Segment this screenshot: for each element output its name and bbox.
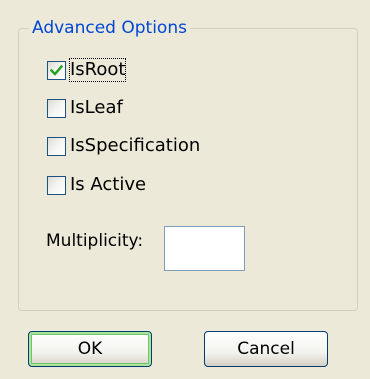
isroot-checkbox[interactable] (47, 60, 66, 80)
isactive-label: Is Active (70, 174, 147, 195)
check-icon (50, 64, 63, 76)
group-title: Advanced Options (29, 15, 190, 41)
isleaf-option[interactable]: IsLeaf (47, 96, 123, 120)
cancel-button[interactable]: Cancel (204, 331, 328, 367)
multiplicity-input[interactable] (164, 226, 245, 271)
ok-button[interactable]: OK (28, 331, 152, 367)
multiplicity-label: Multiplicity: (46, 231, 144, 251)
isspecification-option[interactable]: IsSpecification (47, 134, 200, 158)
isleaf-label: IsLeaf (70, 97, 123, 118)
isspecification-checkbox[interactable] (47, 136, 66, 156)
isleaf-checkbox[interactable] (47, 98, 66, 118)
isspecification-label: IsSpecification (70, 135, 201, 156)
isroot-label: IsRoot (68, 58, 127, 82)
isactive-checkbox[interactable] (47, 175, 66, 195)
isactive-option[interactable]: Is Active (47, 173, 146, 197)
isroot-option[interactable]: IsRoot (47, 58, 127, 82)
